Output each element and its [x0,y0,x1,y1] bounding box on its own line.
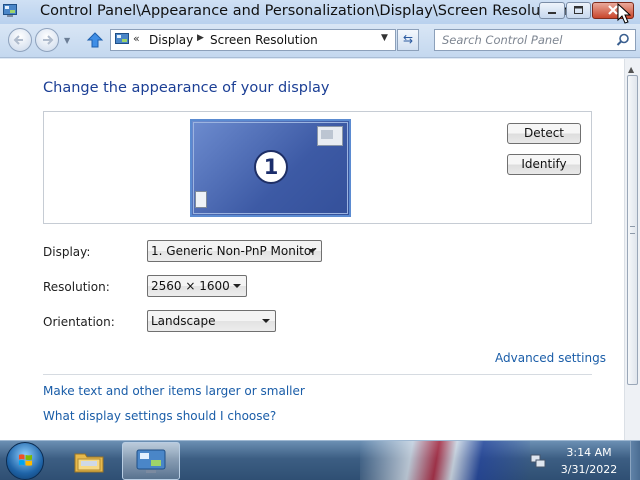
scrollbar-grip [630,226,635,234]
start-button[interactable] [6,442,44,480]
title-bar: Control Panel\Appearance and Personaliza… [0,0,640,24]
computer-icon [195,191,207,208]
display-help-link[interactable]: What display settings should I choose? [43,409,276,423]
content-area: Change the appearance of your display 1 … [0,59,624,440]
breadcrumb-screen-resolution[interactable]: Screen Resolution [210,33,318,47]
explorer-folder-icon [74,453,104,473]
address-dropdown-icon[interactable]: ▼ [381,33,388,43]
breadcrumb-overflow-icon[interactable]: « [133,32,140,45]
minimize-icon [548,12,556,14]
clock-date: 3/31/2022 [560,463,618,476]
refresh-icon: ⇆ [402,32,414,46]
resolution-label: Resolution: [43,280,110,294]
back-icon [13,35,23,45]
navigation-bar: ▼ « Display ▶ Screen Resolution ▼ ⇆ Sear… [0,24,640,58]
network-icon[interactable] [530,453,546,469]
breadcrumb-display[interactable]: Display [149,33,193,47]
windows-start-icon [18,454,33,466]
taskbar-explorer-button[interactable] [66,443,112,479]
display-preview-panel: 1 Detect Identify [43,111,592,224]
recent-pages-dropdown[interactable]: ▼ [64,36,70,45]
scroll-up-icon[interactable]: ▲ [628,65,634,74]
back-button[interactable] [8,28,32,52]
identify-button[interactable]: Identify [507,154,581,175]
resolution-select[interactable]: 2560 × 1600 [147,275,247,297]
orientation-label: Orientation: [43,315,115,329]
vertical-scrollbar[interactable]: ▲ [624,59,640,440]
taskbar: 3:14 AM 3/31/2022 [0,440,640,480]
forward-icon [43,35,54,45]
scrollbar-thumb[interactable] [627,75,638,385]
divider [43,374,592,375]
breadcrumb-separator-icon[interactable]: ▶ [197,33,204,43]
chevron-down-icon [262,319,270,323]
orientation-select-value: Landscape [151,314,216,328]
taskbar-control-panel-button[interactable] [122,442,180,480]
refresh-button[interactable]: ⇆ [397,29,419,51]
up-arrow-icon[interactable] [86,31,104,49]
monitor-number-badge: 1 [254,150,288,184]
address-bar[interactable]: « Display ▶ Screen Resolution ▼ [110,29,396,51]
monitor-number: 1 [263,155,279,179]
orientation-select[interactable]: Landscape [147,310,276,332]
control-panel-icon [136,449,166,473]
search-icon[interactable] [615,32,631,48]
minimize-button[interactable] [539,2,565,19]
taskbar-wallpaper-glow [360,441,530,480]
page-heading: Change the appearance of your display [43,80,330,96]
window-icon [317,126,343,146]
text-size-link[interactable]: Make text and other items larger or smal… [43,384,305,398]
resolution-select-value: 2560 × 1600 [151,279,230,293]
clock-time: 3:14 AM [566,446,612,459]
control-panel-icon [115,33,129,44]
display-label: Display: [43,245,91,259]
taskbar-clock[interactable]: 3:14 AM 3/31/2022 [556,444,622,478]
advanced-settings-link[interactable]: Advanced settings [495,351,606,365]
chevron-down-icon [233,284,241,288]
display-select-value: 1. Generic Non-PnP Monitor [151,244,317,258]
search-input[interactable]: Search Control Panel [434,29,636,51]
display-select[interactable]: 1. Generic Non-PnP Monitor [147,240,322,262]
maximize-button[interactable] [566,2,591,19]
forward-button[interactable] [35,28,59,52]
control-panel-icon [3,4,17,17]
monitor-1-preview[interactable]: 1 [190,119,351,217]
show-desktop-button[interactable] [630,441,640,480]
search-placeholder: Search Control Panel [442,33,563,47]
detect-button[interactable]: Detect [507,123,581,144]
mouse-cursor-icon [617,3,631,24]
chevron-down-icon [308,249,316,253]
window-title: Control Panel\Appearance and Personaliza… [40,3,568,19]
restore-icon [574,6,583,14]
